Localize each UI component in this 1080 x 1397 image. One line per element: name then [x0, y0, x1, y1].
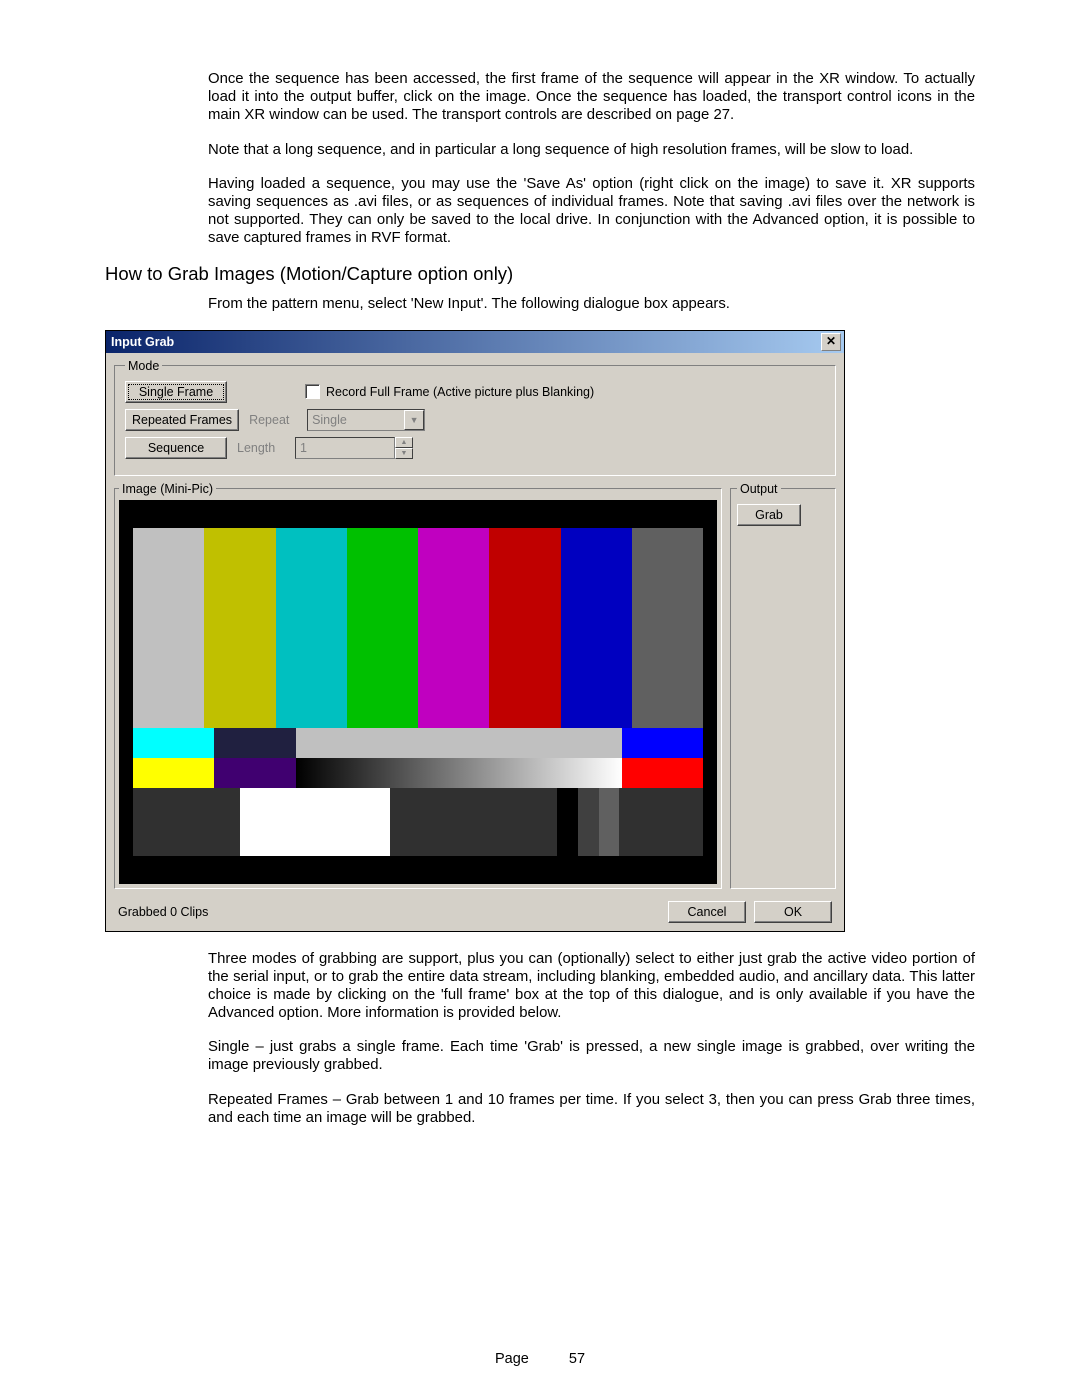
paragraph: From the pattern menu, select 'New Input… [208, 295, 975, 313]
page-footer: Page 57 [0, 1351, 1080, 1367]
length-value: 1 [295, 437, 395, 459]
mode-legend: Mode [125, 359, 162, 373]
cancel-button[interactable]: Cancel [668, 901, 746, 923]
sequence-button[interactable]: Sequence [125, 437, 227, 459]
chevron-down-icon: ▼ [404, 410, 424, 430]
image-legend: Image (Mini-Pic) [119, 482, 216, 496]
record-full-frame-checkbox[interactable] [305, 384, 320, 399]
page-number: 57 [569, 1351, 585, 1367]
spinner-down-icon[interactable]: ▼ [395, 448, 413, 459]
length-label: Length [237, 441, 285, 455]
titlebar: Input Grab ✕ [106, 331, 844, 353]
record-full-frame-label: Record Full Frame (Active picture plus B… [326, 385, 594, 399]
repeat-combo[interactable]: Single ▼ [307, 409, 425, 431]
spinner-up-icon[interactable]: ▲ [395, 437, 413, 448]
repeat-label: Repeat [249, 413, 297, 427]
paragraph: Single – just grabs a single frame. Each… [208, 1038, 975, 1074]
status-text: Grabbed 0 Clips [118, 905, 208, 919]
single-frame-button[interactable]: Single Frame [125, 381, 227, 403]
paragraph: Having loaded a sequence, you may use th… [208, 175, 975, 248]
image-group: Image (Mini-Pic) [114, 482, 722, 889]
dialog-screenshot: Input Grab ✕ Mode Single Frame Record Fu… [105, 330, 975, 932]
output-group: Output Grab [730, 482, 836, 889]
output-legend: Output [737, 482, 781, 496]
paragraph: Once the sequence has been accessed, the… [208, 70, 975, 125]
body-text-block: Three modes of grabbing are support, plu… [208, 950, 975, 1127]
section-heading: How to Grab Images (Motion/Capture optio… [105, 263, 975, 285]
ok-button[interactable]: OK [754, 901, 832, 923]
repeated-frames-button[interactable]: Repeated Frames [125, 409, 239, 431]
paragraph: Note that a long sequence, and in partic… [208, 141, 975, 159]
paragraph: Three modes of grabbing are support, plu… [208, 950, 975, 1023]
length-spinner[interactable]: 1 ▲ ▼ [295, 437, 413, 459]
repeat-combo-value: Single [312, 413, 347, 427]
paragraph: Repeated Frames – Grab between 1 and 10 … [208, 1091, 975, 1127]
input-grab-dialog: Input Grab ✕ Mode Single Frame Record Fu… [105, 330, 845, 932]
mini-pic-preview [119, 500, 717, 884]
document-page: Once the sequence has been accessed, the… [0, 0, 1080, 1397]
dialog-title: Input Grab [111, 335, 174, 349]
grab-button[interactable]: Grab [737, 504, 801, 526]
mode-group: Mode Single Frame Record Full Frame (Act… [114, 359, 836, 476]
page-label: Page [495, 1351, 529, 1367]
body-text-block: Once the sequence has been accessed, the… [208, 70, 975, 247]
close-icon[interactable]: ✕ [821, 333, 841, 351]
body-text-block: From the pattern menu, select 'New Input… [208, 295, 975, 313]
